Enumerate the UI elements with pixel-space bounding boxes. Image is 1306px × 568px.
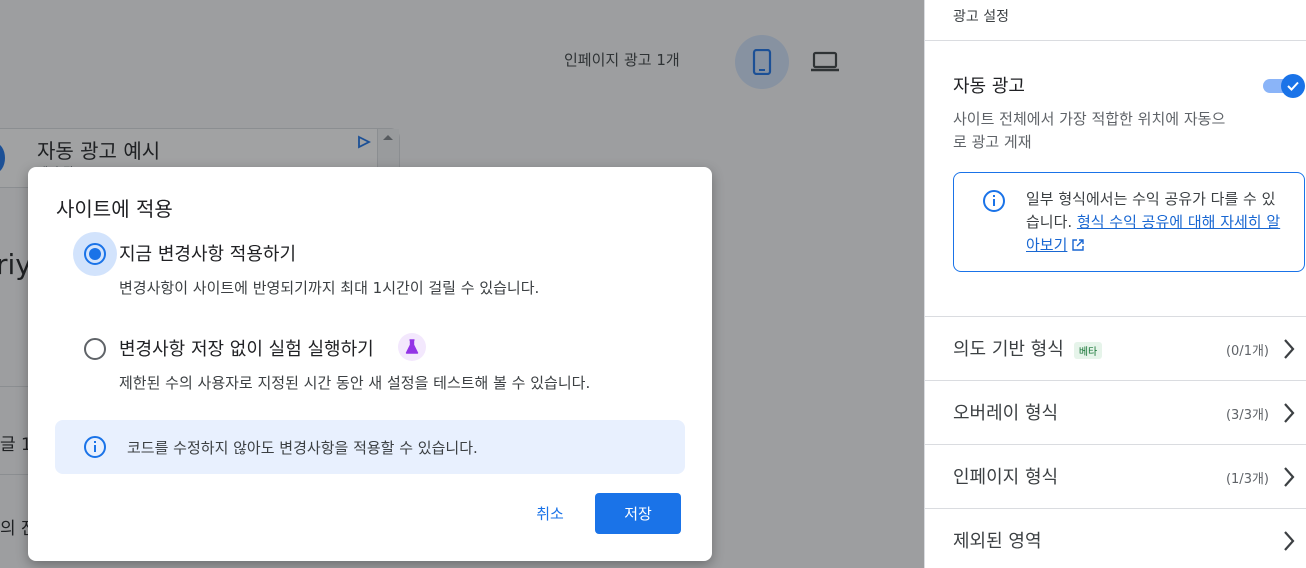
row-count: (1/3개) — [1225, 472, 1269, 487]
no-code-change-notice: 코드를 수정하지 않아도 변경사항을 적용할 수 있습니다. — [55, 420, 685, 474]
auto-ads-toggle[interactable] — [1263, 74, 1306, 98]
auto-ads-title: 자동 광고 — [953, 76, 1025, 97]
row-label-text: 의도 기반 형식 — [953, 339, 1064, 360]
beta-badge: 베타 — [1073, 341, 1103, 359]
external-link-icon — [1072, 239, 1084, 251]
run-experiment-radio[interactable] — [73, 327, 117, 371]
chevron-right-icon — [1284, 403, 1295, 423]
chevron-right-icon — [1284, 339, 1295, 359]
save-button[interactable]: 저장 — [595, 493, 681, 534]
apply-to-site-dialog: 사이트에 적용 지금 변경사항 적용하기 변경사항이 사이트에 반영되기까지 최… — [28, 167, 712, 561]
chevron-right-icon — [1284, 467, 1295, 487]
info-icon — [84, 436, 106, 458]
divider — [925, 40, 1306, 41]
auto-ads-description: 사이트 전체에서 가장 적합한 위치에 자동으로 광고 게재 — [953, 110, 1226, 151]
radio-checked-icon — [84, 243, 106, 265]
ad-settings-panel: 광고 설정 자동 광고 사이트 전체에서 가장 적합한 위치에 자동으로 광고 … — [924, 0, 1306, 568]
apply-now-label[interactable]: 지금 변경사항 적용하기 — [119, 240, 296, 266]
radio-unchecked-icon — [84, 338, 106, 360]
revenue-share-info-card: 일부 형식에서는 수익 공유가 다를 수 있습니다. 형식 수익 공유에 대해 … — [953, 172, 1305, 272]
cancel-button[interactable]: 취소 — [522, 493, 578, 533]
row-count: (0/1개) — [1225, 344, 1269, 359]
chevron-right-icon — [1284, 531, 1295, 551]
run-experiment-description: 제한된 수의 사용자로 지정된 시간 동안 새 설정을 테스트해 볼 수 있습니… — [119, 374, 591, 392]
toggle-knob — [1281, 74, 1305, 98]
notice-text: 코드를 수정하지 않아도 변경사항을 적용할 수 있습니다. — [127, 439, 478, 457]
run-experiment-label[interactable]: 변경사항 저장 없이 실험 실행하기 — [119, 335, 374, 361]
dialog-title: 사이트에 적용 — [56, 197, 173, 221]
row-label: 제외된 영역 — [953, 531, 1042, 552]
apply-now-radio[interactable] — [73, 232, 117, 276]
intent-based-formats-row[interactable]: 의도 기반 형식 베타 (0/1개) — [925, 316, 1306, 380]
row-count: (3/3개) — [1225, 408, 1269, 423]
panel-header: 광고 설정 — [953, 9, 1009, 25]
apply-now-description: 변경사항이 사이트에 반영되기까지 최대 1시간이 걸릴 수 있습니다. — [119, 279, 540, 297]
excluded-areas-row[interactable]: 제외된 영역 — [925, 508, 1306, 568]
check-icon — [1287, 81, 1299, 91]
row-label: 오버레이 형식 — [953, 403, 1059, 424]
info-icon — [983, 190, 1005, 212]
experiment-flask-icon — [398, 333, 426, 361]
overlay-formats-row[interactable]: 오버레이 형식 (3/3개) — [925, 380, 1306, 444]
row-label: 의도 기반 형식 베타 — [953, 335, 1103, 361]
row-label: 인페이지 형식 — [953, 467, 1059, 488]
info-card-text: 일부 형식에서는 수익 공유가 다를 수 있습니다. 형식 수익 공유에 대해 … — [1026, 188, 1286, 257]
in-page-formats-row[interactable]: 인페이지 형식 (1/3개) — [925, 444, 1306, 508]
